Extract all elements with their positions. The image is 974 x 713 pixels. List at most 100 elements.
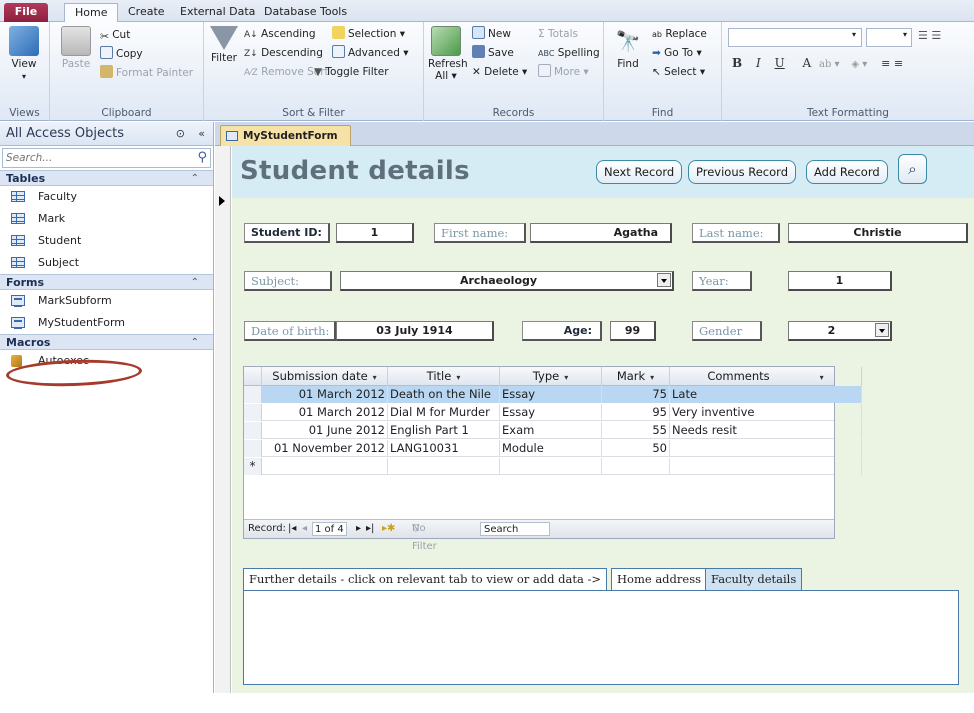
bold-button[interactable]: B (732, 56, 742, 70)
align-left-icon[interactable]: ≡ ≡ (881, 57, 903, 70)
cell-comments[interactable]: Very inventive (670, 404, 862, 421)
cell-type[interactable]: Essay (500, 404, 602, 421)
cell-comments[interactable]: Late (670, 386, 862, 403)
table-row[interactable]: 01 March 2012 Dial M for Murder Essay 95… (244, 404, 862, 421)
nav-section-forms[interactable]: Forms ⌃ (0, 274, 213, 290)
nav-section-tables[interactable]: Tables ⌃ (0, 170, 213, 186)
cell-submission-date[interactable]: 01 June 2012 (262, 422, 388, 439)
cell-type[interactable] (500, 458, 602, 475)
select-button[interactable]: ↖ Select ▾ (652, 64, 705, 81)
add-record-button[interactable]: Add Record (806, 160, 888, 184)
column-header-title[interactable]: Title ▾ (388, 367, 500, 386)
cell-submission-date[interactable] (262, 458, 388, 475)
save-button[interactable]: Save (472, 45, 514, 62)
cell-submission-date[interactable]: 01 March 2012 (262, 404, 388, 421)
nav-item-faculty[interactable]: Faculty (0, 186, 213, 208)
cell-type[interactable]: Exam (500, 422, 602, 439)
column-header-submission-date[interactable]: Submission date ▾ (262, 367, 388, 386)
datasheet-search-box[interactable]: Search (480, 522, 550, 536)
find-record-button[interactable]: ⌕ (898, 154, 927, 184)
tab-mystudentform[interactable]: MyStudentForm (220, 125, 351, 146)
new-record-icon[interactable]: ▸✱ (382, 520, 395, 538)
refresh-button[interactable]: Refresh All ▾ (428, 26, 468, 82)
nav-item-student[interactable]: Student (0, 230, 213, 252)
highlight-icon[interactable]: ab ▾ (819, 59, 840, 70)
cell-title[interactable]: English Part 1 (388, 422, 500, 439)
nav-item-mark[interactable]: Mark (0, 208, 213, 230)
new-record-row[interactable]: * (244, 458, 862, 475)
row-selector[interactable] (244, 386, 262, 403)
nav-section-macros[interactable]: Macros ⌃ (0, 334, 213, 350)
descending-button[interactable]: Z↓ Descending (244, 45, 323, 62)
nav-pane-header[interactable]: All Access Objects ⊙ « (0, 122, 213, 146)
prev-record-icon[interactable]: ◂ (302, 520, 307, 538)
spelling-button[interactable]: ABC Spelling (538, 45, 600, 62)
more-button[interactable]: More ▾ (538, 64, 589, 81)
current-record-box[interactable]: 1 of 4 (312, 522, 347, 536)
nav-item-subject[interactable]: Subject (0, 252, 213, 274)
font-size-dropdown[interactable]: ▾ (866, 28, 912, 47)
column-header-type[interactable]: Type ▾ (500, 367, 602, 386)
nav-item-mystudentform[interactable]: MyStudentForm (0, 312, 213, 334)
font-name-dropdown[interactable]: ▾ (728, 28, 862, 47)
font-color-button[interactable]: A (803, 56, 812, 70)
delete-button[interactable]: ✕ Delete ▾ (472, 64, 527, 81)
cell-comments[interactable] (670, 440, 862, 457)
tab-create[interactable]: Create (118, 3, 175, 22)
table-row[interactable]: 01 June 2012 English Part 1 Exam 55 Need… (244, 422, 862, 439)
copy-button[interactable]: Copy (100, 46, 143, 63)
format-painter-button[interactable]: Format Painter (100, 65, 193, 82)
search-icon[interactable]: ⚲ (197, 150, 207, 165)
dob-field[interactable]: 03 July 1914 (336, 321, 494, 341)
tab-external-data[interactable]: External Data (170, 3, 265, 22)
first-name-field[interactable]: Agatha (530, 223, 672, 243)
dropdown-arrow-icon[interactable] (875, 323, 889, 337)
tab-further-details-caption[interactable]: Further details - click on relevant tab … (243, 568, 607, 591)
new-record-button[interactable]: New (472, 26, 511, 43)
cell-title[interactable] (388, 458, 500, 475)
gender-combobox[interactable]: 2 (788, 321, 892, 341)
dropdown-arrow-icon[interactable] (657, 273, 671, 287)
nav-item-marksubform[interactable]: MarkSubform (0, 290, 213, 312)
cell-type[interactable]: Essay (500, 386, 602, 403)
tab-home[interactable]: Home (64, 3, 119, 23)
cut-button[interactable]: ✂ Cut (100, 27, 130, 44)
tab-file[interactable]: File (4, 3, 48, 22)
selection-button[interactable]: Selection ▾ (332, 26, 405, 43)
cell-title[interactable]: Dial M for Murder (388, 404, 500, 421)
first-record-icon[interactable]: |◂ (288, 520, 296, 538)
last-record-icon[interactable]: ▸| (366, 520, 374, 538)
find-button[interactable]: 🔭 Find (610, 26, 646, 70)
subject-combobox[interactable]: Archaeology (340, 271, 674, 291)
column-header-comments[interactable]: Comments ▾ (670, 367, 862, 386)
replace-button[interactable]: ab Replace (652, 26, 707, 43)
bullets-icon[interactable]: ☰ ☰ (918, 29, 941, 42)
goto-button[interactable]: ➡ Go To ▾ (652, 45, 702, 62)
filter-button[interactable]: Filter (206, 26, 242, 64)
cell-title[interactable]: LANG10031 (388, 440, 500, 457)
cell-comments[interactable] (670, 458, 862, 475)
cell-mark[interactable]: 75 (602, 386, 670, 403)
shutter-bar-icon[interactable]: « (198, 122, 205, 146)
paste-button[interactable]: Paste (58, 26, 94, 70)
next-record-button[interactable]: Next Record (596, 160, 683, 184)
tab-home-address[interactable]: Home address (611, 568, 708, 591)
tab-faculty-details[interactable]: Faculty details (705, 568, 803, 591)
nav-search-input[interactable] (3, 149, 183, 167)
row-selector[interactable] (244, 422, 262, 439)
cell-mark[interactable]: 55 (602, 422, 670, 439)
cell-submission-date[interactable]: 01 November 2012 (262, 440, 388, 457)
cell-submission-date[interactable]: 01 March 2012 (262, 386, 388, 403)
tab-database-tools[interactable]: Database Tools (254, 3, 357, 22)
underline-button[interactable]: U (775, 56, 785, 70)
view-button[interactable]: View ▾ (6, 26, 42, 83)
student-id-field[interactable]: 1 (336, 223, 414, 243)
italic-button[interactable]: I (756, 56, 761, 70)
cell-mark[interactable]: 50 (602, 440, 670, 457)
select-all-corner[interactable] (244, 367, 262, 386)
previous-record-button[interactable]: Previous Record (688, 160, 796, 184)
record-selector[interactable] (215, 146, 231, 713)
fill-color-icon[interactable]: ◈ ▾ (851, 59, 867, 70)
cell-comments[interactable]: Needs resit (670, 422, 862, 439)
ascending-button[interactable]: A↓ Ascending (244, 26, 316, 43)
